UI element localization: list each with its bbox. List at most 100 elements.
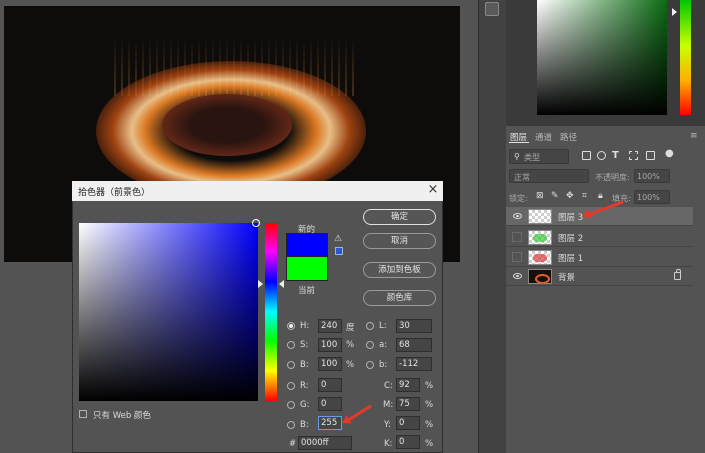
web-colors-checkbox[interactable]: [79, 410, 87, 418]
saturation-unit: %: [346, 340, 355, 350]
hue-radio[interactable]: [287, 322, 295, 330]
green-input[interactable]: 0: [318, 397, 342, 411]
cancel-button[interactable]: 取消: [363, 233, 436, 249]
color-panel-slider[interactable]: [680, 0, 691, 115]
cyan-unit: %: [425, 381, 434, 391]
pixel-filter-icon[interactable]: [582, 151, 591, 160]
type-filter-icon[interactable]: T: [612, 150, 619, 161]
layer-thumbnail: [528, 230, 552, 245]
layer-name: 图层 2: [558, 234, 584, 244]
visibility-toggle[interactable]: [512, 232, 522, 242]
red-label: R:: [300, 381, 309, 391]
panel-menu-icon[interactable]: ≡: [690, 131, 698, 141]
close-button[interactable]: ×: [426, 182, 440, 198]
current-color-swatch[interactable]: [286, 257, 328, 281]
lab-l-radio[interactable]: [366, 322, 374, 330]
lock-artboard-icon[interactable]: ⌗: [582, 191, 587, 201]
lock-all-icon[interactable]: 🔒︎: [598, 191, 603, 201]
saturation-brightness-field[interactable]: [79, 223, 258, 401]
layer-thumbnail: [528, 250, 552, 265]
yellow-input[interactable]: 0: [396, 416, 420, 430]
dialog-title: 拾色器（前景色）: [78, 188, 151, 198]
layer-thumbnail: [528, 269, 552, 284]
green-radio[interactable]: [287, 401, 295, 409]
blue-label: B:: [300, 420, 309, 430]
hue-slider-right-arrow-icon[interactable]: [279, 280, 284, 288]
magenta-unit: %: [425, 400, 434, 410]
brightness-unit: %: [346, 360, 355, 370]
hue-slider[interactable]: [265, 223, 277, 401]
web-safe-cube-icon[interactable]: [335, 247, 343, 255]
layer-row[interactable]: 图层 2: [506, 228, 693, 247]
saturation-radio[interactable]: [287, 341, 295, 349]
visibility-eye-icon[interactable]: [513, 273, 522, 279]
layer-name: 图层 3: [558, 213, 584, 223]
filter-kind-select[interactable]: ⚲ 类型: [509, 149, 569, 164]
color-cursor[interactable]: [252, 219, 260, 227]
slider-handle-icon[interactable]: [672, 8, 677, 16]
adjustment-filter-icon[interactable]: [597, 151, 606, 160]
magenta-input[interactable]: 75: [396, 397, 420, 411]
red-input[interactable]: 0: [318, 378, 342, 392]
filter-toggle-icon[interactable]: ●: [665, 148, 674, 159]
document-icon[interactable]: [485, 2, 499, 16]
hue-input[interactable]: 240: [318, 319, 342, 333]
visibility-toggle[interactable]: [512, 252, 522, 262]
green-label: G:: [300, 400, 310, 410]
black-label: K:: [384, 439, 393, 449]
lock-label: 锁定:: [509, 194, 528, 203]
layer-row[interactable]: 图层 1: [506, 248, 693, 267]
yellow-unit: %: [425, 420, 434, 430]
lab-l-input[interactable]: 30: [396, 319, 432, 333]
add-to-swatches-button[interactable]: 添加到色板: [363, 262, 436, 278]
lab-a-label: a:: [379, 340, 388, 350]
tab-paths[interactable]: 路径: [560, 131, 577, 143]
lock-transparent-icon[interactable]: ⊠: [536, 191, 544, 201]
fill-value: 100%: [637, 193, 660, 202]
active-tab-indicator: [509, 142, 529, 143]
lock-move-icon[interactable]: ✥: [566, 191, 574, 201]
filter-kind-label: 类型: [524, 153, 540, 162]
magenta-label: M:: [383, 400, 394, 410]
fill-field[interactable]: 100%: [634, 190, 670, 204]
saturation-input[interactable]: 100: [318, 338, 342, 352]
hex-input[interactable]: 0000ff: [298, 436, 352, 450]
brightness-label: B:: [300, 360, 309, 370]
new-color-swatch: [286, 233, 328, 257]
hue-slider-left-arrow-icon[interactable]: [258, 280, 263, 288]
black-input[interactable]: 0: [396, 435, 420, 449]
lab-l-label: L:: [379, 321, 387, 331]
shape-filter-icon[interactable]: [629, 151, 638, 160]
cyan-input[interactable]: 92: [396, 378, 420, 392]
fire-ring-center: [162, 94, 292, 156]
color-libraries-button[interactable]: 颜色库: [363, 290, 436, 306]
hue-label: H:: [300, 321, 310, 331]
opacity-value: 100%: [637, 172, 660, 181]
lock-icon[interactable]: [674, 269, 681, 280]
lock-brush-icon[interactable]: ✎: [551, 191, 559, 201]
lab-b-input[interactable]: -112: [396, 357, 432, 371]
blue-radio[interactable]: [287, 421, 295, 429]
blend-mode-label: 正常: [514, 173, 530, 182]
lab-a-input[interactable]: 68: [396, 338, 432, 352]
gamut-warning-icon[interactable]: ⚠: [334, 234, 342, 244]
blue-input[interactable]: 255: [318, 416, 342, 430]
color-panel-field[interactable]: [537, 0, 667, 115]
brightness-radio[interactable]: [287, 361, 295, 369]
opacity-field[interactable]: 100%: [634, 169, 670, 183]
smart-object-filter-icon[interactable]: [646, 151, 655, 160]
visibility-eye-icon[interactable]: [513, 213, 522, 219]
red-radio[interactable]: [287, 382, 295, 390]
ok-button[interactable]: 确定: [363, 209, 436, 225]
layer-thumbnail: [528, 209, 552, 224]
black-unit: %: [425, 439, 434, 449]
brightness-input[interactable]: 100: [318, 357, 342, 371]
layer-row[interactable]: 背景: [506, 267, 693, 286]
tab-channels[interactable]: 通道: [535, 131, 552, 143]
layer-name: 背景: [558, 273, 576, 283]
lab-b-radio[interactable]: [366, 361, 374, 369]
blend-mode-select[interactable]: 正常: [509, 169, 589, 183]
cyan-label: C:: [384, 381, 393, 391]
opacity-label: 不透明度:: [595, 173, 630, 182]
lab-a-radio[interactable]: [366, 341, 374, 349]
